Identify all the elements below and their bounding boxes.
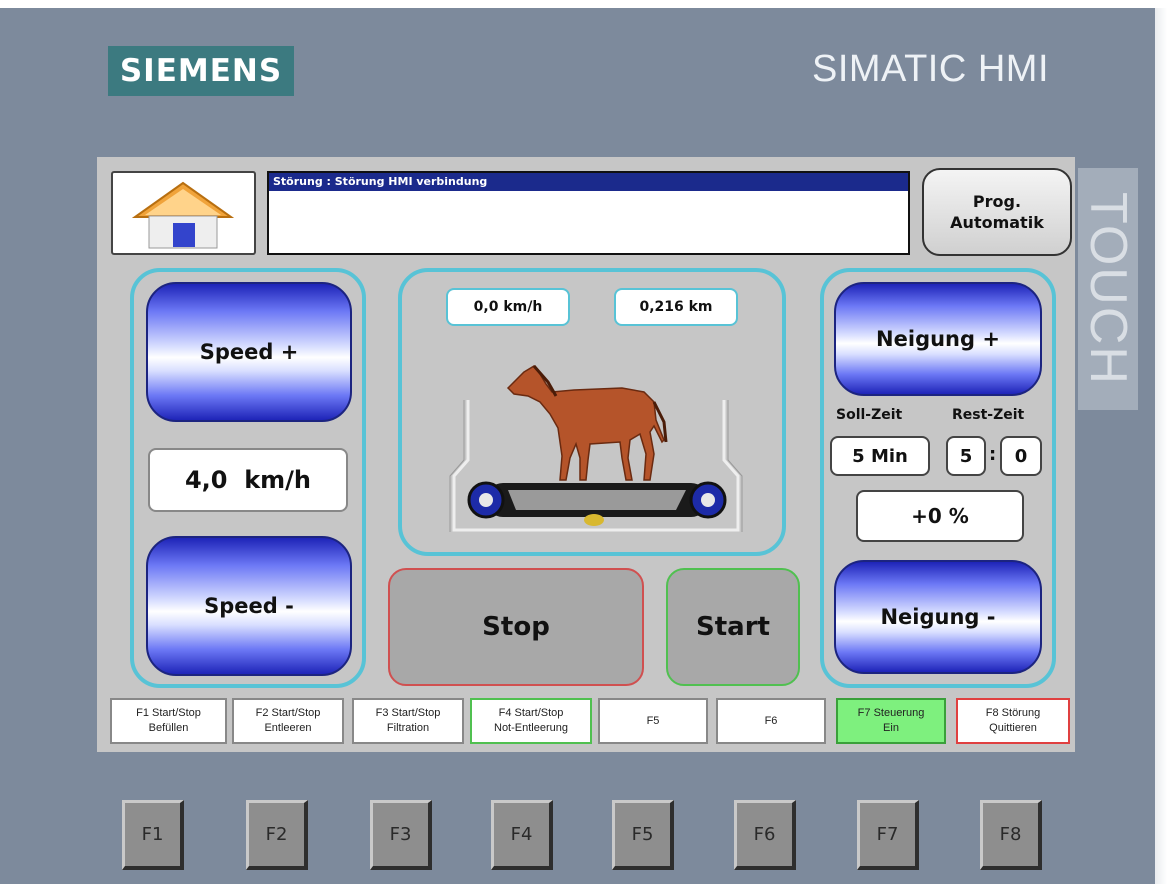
f2-key[interactable]: F2 [246, 800, 308, 870]
rest-zeit-label: Rest-Zeit [952, 407, 1025, 423]
f6-key[interactable]: F6 [734, 800, 796, 870]
fkey-label-f1-line2: Befüllen [148, 722, 189, 734]
soll-zeit-label: Soll-Zeit [836, 407, 903, 423]
distance-display: 0,216 km [614, 288, 738, 326]
fkey-label-f3: F3 Start/Stop Filtration [352, 698, 464, 744]
f8-key[interactable]: F8 [980, 800, 1042, 870]
fkey-label-f2: F2 Start/Stop Entleeren [232, 698, 344, 744]
fkey-label-f1-line1: F1 Start/Stop [136, 707, 201, 719]
fkey-label-f4: F4 Start/Stop Not-Entleerung [470, 698, 592, 744]
incline-minus-button[interactable]: Neigung - [834, 560, 1042, 674]
fkey-label-f8-line1: F8 Störung [985, 707, 1041, 719]
rest-seconds-display: 0 [1000, 436, 1042, 476]
current-speed-display: 0,0 km/h [446, 288, 570, 326]
fkey-label-f7-line1: F7 Steuerung [857, 707, 925, 719]
f4-key[interactable]: F4 [491, 800, 553, 870]
fkey-label-f6: F6 [716, 698, 826, 744]
fkey-label-f8: F8 Störung Quittieren [956, 698, 1070, 744]
fkey-label-f3-line2: Filtration [386, 722, 430, 734]
fkey-label-f7-line2: Ein [883, 722, 899, 734]
f1-key[interactable]: F1 [122, 800, 184, 870]
product-title: SIMATIC HMI [812, 48, 1050, 90]
fkey-label-f1: F1 Start/Stop Befüllen [110, 698, 227, 744]
fkey-label-f5: F5 [598, 698, 708, 744]
prog-label-line1: Prog. [972, 192, 1022, 211]
soll-zeit-input[interactable]: 5 Min [830, 436, 930, 476]
fkey-label-f7: F7 Steuerung Ein [836, 698, 946, 744]
fkey-label-f6-line1: F6 [764, 714, 778, 727]
home-button[interactable] [111, 171, 256, 255]
rest-minutes-display: 5 [946, 436, 986, 476]
fkey-label-f4-line1: F4 Start/Stop [498, 707, 564, 719]
f3-key[interactable]: F3 [370, 800, 432, 870]
prog-label-line2: Automatik [950, 213, 1044, 232]
incline-display: +0 % [856, 490, 1024, 542]
speed-plus-button[interactable]: Speed + [146, 282, 352, 422]
alarm-message[interactable]: Störung : Störung HMI verbindung [269, 173, 908, 191]
incline-plus-button[interactable]: Neigung + [834, 282, 1042, 396]
time-separator: : [989, 444, 997, 465]
fkey-label-f4-line2: Not-Entleerung [494, 722, 568, 734]
start-button[interactable]: Start [666, 568, 800, 686]
stop-button[interactable]: Stop [388, 568, 644, 686]
speed-minus-button[interactable]: Speed - [146, 536, 352, 676]
f7-key[interactable]: F7 [857, 800, 919, 870]
prog-automatik-button[interactable]: Prog. Automatik [922, 168, 1072, 256]
speed-setpoint-display: 4,0 km/h [148, 448, 348, 512]
fkey-label-f3-line1: F3 Start/Stop [375, 707, 441, 719]
fkey-label-f2-line2: Entleeren [264, 722, 312, 734]
touch-label: TOUCH [1078, 168, 1138, 410]
siemens-logo: SIEMENS [108, 46, 294, 96]
bezel-edge [1155, 8, 1167, 884]
horse-icon [506, 365, 668, 481]
f5-key[interactable]: F5 [612, 800, 674, 870]
touch-text: TOUCH [1079, 192, 1137, 386]
fkey-label-f8-line2: Quittieren [989, 722, 1037, 734]
home-icon [131, 181, 235, 249]
fkey-label-f5-line1: F5 [646, 714, 660, 727]
alarm-message-window: Störung : Störung HMI verbindung [267, 171, 910, 255]
fkey-label-f2-line1: F2 Start/Stop [255, 707, 321, 719]
